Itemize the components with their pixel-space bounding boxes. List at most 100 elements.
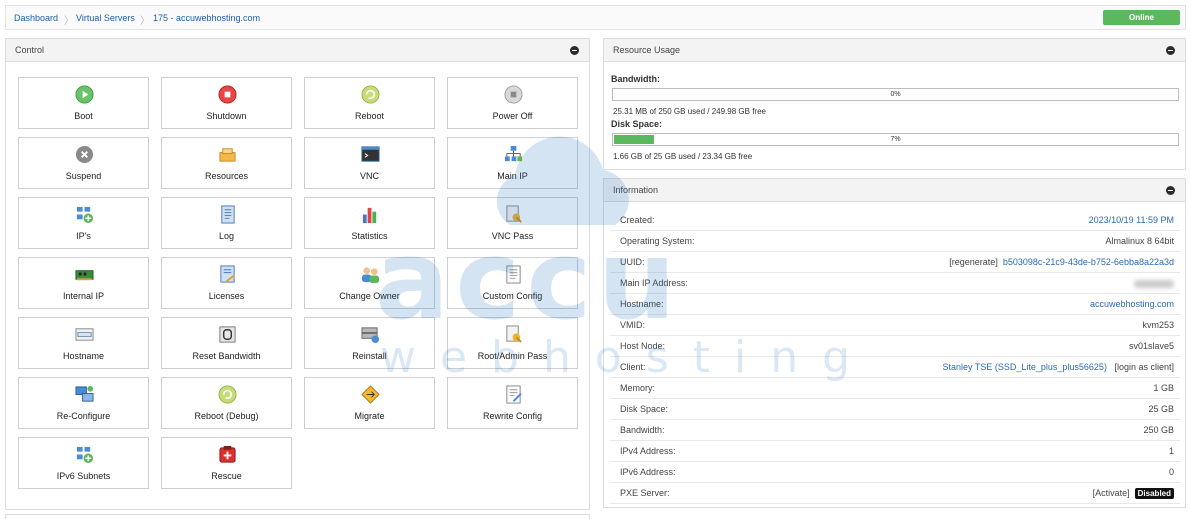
control-tile-label: Rescue bbox=[211, 471, 242, 481]
info-label: VMID: bbox=[620, 320, 646, 330]
info-label: Operating System: bbox=[620, 236, 695, 246]
info-row: Created: 2023/10/19 11:59 PM bbox=[610, 210, 1180, 231]
breadcrumb-separator: 〉 bbox=[140, 16, 150, 27]
control-tile-label: Root/Admin Pass bbox=[477, 351, 548, 361]
server-reinstall-icon bbox=[361, 327, 380, 344]
info-row: Bandwidth: 250 GB bbox=[610, 420, 1180, 441]
info-value[interactable]: 2023/10/19 11:59 PM bbox=[1089, 215, 1174, 225]
control-migrate-button[interactable]: Migrate bbox=[304, 377, 435, 429]
control-ip-s-button[interactable]: IP's bbox=[18, 197, 149, 249]
control-tile-label: VNC bbox=[359, 171, 379, 181]
info-label: Disk Space: bbox=[620, 404, 669, 414]
info-label: Hostname: bbox=[620, 299, 664, 309]
control-log-button[interactable]: Log bbox=[161, 197, 292, 249]
control-statistics-button[interactable]: Statistics bbox=[304, 197, 435, 249]
network-icon bbox=[504, 145, 523, 162]
disk-progress-bar: 7% bbox=[612, 133, 1179, 146]
control-tile-label: Resources bbox=[204, 171, 249, 181]
collapse-icon[interactable] bbox=[570, 46, 579, 55]
control-power-off-button[interactable]: Power Off bbox=[447, 77, 578, 129]
info-row: IPv6 Address: 0 bbox=[610, 462, 1180, 483]
control-tile-label: Licenses bbox=[208, 291, 245, 301]
regenerate-link[interactable]: [regenerate] bbox=[949, 257, 998, 267]
information-title: Information bbox=[613, 185, 659, 195]
collapse-icon[interactable] bbox=[1166, 46, 1175, 55]
status-badge: Disabled bbox=[1134, 488, 1174, 499]
control-rescue-button[interactable]: Rescue bbox=[161, 437, 292, 489]
users-icon bbox=[361, 267, 380, 284]
control-vnc-pass-button[interactable]: VNC Pass bbox=[447, 197, 578, 249]
control-internal-ip-button[interactable]: Internal IP bbox=[18, 257, 149, 309]
breadcrumb-virtual-servers[interactable]: Virtual Servers bbox=[76, 13, 135, 23]
activate-link[interactable]: [Activate] bbox=[1093, 488, 1130, 498]
control-tile-label: Migrate bbox=[354, 411, 385, 421]
control-tile-label: Hostname bbox=[62, 351, 105, 361]
control-panel-header: Control bbox=[6, 39, 589, 62]
reconfigure-icon bbox=[75, 385, 94, 402]
login-as-client-link[interactable]: [login as client] bbox=[1114, 362, 1174, 372]
info-label: Memory: bbox=[620, 383, 656, 393]
info-value: b503098c-21c9-43de-b752-6ebba8a22a3d bbox=[1002, 257, 1174, 267]
info-value: Almalinux 8 64bit bbox=[1105, 236, 1174, 246]
control-licenses-button[interactable]: Licenses bbox=[161, 257, 292, 309]
control-reboot-button[interactable]: Reboot bbox=[304, 77, 435, 129]
info-row: VMID: kvm253 bbox=[610, 315, 1180, 336]
info-label: UUID: bbox=[620, 257, 645, 267]
control-tile-label: Main IP bbox=[497, 171, 528, 181]
resource-usage-title: Resource Usage bbox=[613, 45, 681, 55]
info-label: Bandwidth: bbox=[620, 425, 665, 435]
disk-percent: 7% bbox=[890, 136, 901, 143]
resource-usage-panel: Resource Usage Bandwidth: 0% 25.31 MB of… bbox=[603, 38, 1186, 170]
info-label: IPv4 Address: bbox=[620, 446, 676, 456]
info-row: Hostname: accuwebhosting.com bbox=[610, 294, 1180, 315]
control-tile-label: Rewrite Config bbox=[482, 411, 543, 421]
info-value: sv01slave5 bbox=[1128, 341, 1174, 351]
info-value: 25 GB bbox=[1148, 404, 1174, 414]
control-boot-button[interactable]: Boot bbox=[18, 77, 149, 129]
control-root-admin-pass-button[interactable]: Root/Admin Pass bbox=[447, 317, 578, 369]
breadcrumb-dashboard[interactable]: Dashboard bbox=[14, 13, 58, 23]
collapse-icon[interactable] bbox=[1166, 186, 1175, 195]
info-row: UUID: [regenerate] b503098c-21c9-43de-b75… bbox=[610, 252, 1180, 273]
control-vnc-button[interactable]: VNC bbox=[304, 137, 435, 189]
control-reset-bandwidth-button[interactable]: Reset Bandwidth bbox=[161, 317, 292, 369]
redacted-ip bbox=[1134, 279, 1174, 288]
breadcrumb-bar: Dashboard 〉 Virtual Servers 〉 175 - accu… bbox=[5, 5, 1186, 30]
control-tile-label: Reinstall bbox=[352, 351, 387, 361]
control-tile-label: Statistics bbox=[351, 231, 388, 241]
stop-icon bbox=[218, 85, 237, 104]
information-header: Information bbox=[604, 179, 1185, 202]
control-main-ip-button[interactable]: Main IP bbox=[447, 137, 578, 189]
control-change-owner-button[interactable]: Change Owner bbox=[304, 257, 435, 309]
info-row: Main IP Address: bbox=[610, 273, 1180, 294]
control-shutdown-button[interactable]: Shutdown bbox=[161, 77, 292, 129]
control-resources-button[interactable]: Resources bbox=[161, 137, 292, 189]
control-hostname-button[interactable]: Hostname bbox=[18, 317, 149, 369]
control-tile-label: Reset Bandwidth bbox=[192, 351, 261, 361]
control-rewrite-config-button[interactable]: Rewrite Config bbox=[447, 377, 578, 429]
info-value[interactable]: accuwebhosting.com bbox=[1090, 299, 1174, 309]
control-suspend-button[interactable]: Suspend bbox=[18, 137, 149, 189]
info-row: Client: Stanley TSE (SSD_Lite_plus_plus56… bbox=[610, 357, 1180, 378]
control-custom-config-button[interactable]: Custom Config bbox=[447, 257, 578, 309]
client-link[interactable]: Stanley TSE (SSD_Lite_plus_plus56625) bbox=[943, 362, 1107, 372]
next-panel-edge bbox=[5, 514, 590, 519]
control-reinstall-button[interactable]: Reinstall bbox=[304, 317, 435, 369]
config-document-icon bbox=[506, 265, 521, 284]
control-panel-title: Control bbox=[15, 45, 45, 55]
bandwidth-detail: 25.31 MB of 250 GB used / 249.98 GB free bbox=[613, 107, 766, 116]
info-label: Main IP Address: bbox=[620, 278, 688, 288]
migrate-sign-icon bbox=[361, 385, 380, 404]
info-row: Memory: 1 GB bbox=[610, 378, 1180, 399]
breadcrumb-current-server[interactable]: 175 - accuwebhosting.com bbox=[153, 13, 260, 23]
key-document-icon bbox=[506, 205, 522, 223]
control-re-configure-button[interactable]: Re-Configure bbox=[18, 377, 149, 429]
root-key-icon bbox=[506, 325, 522, 343]
bar-chart-icon bbox=[362, 207, 377, 224]
control-tile-label: Change Owner bbox=[339, 291, 400, 301]
control-ipv6-subnets-button[interactable]: IPv6 Subnets bbox=[18, 437, 149, 489]
reboot-icon bbox=[361, 85, 380, 104]
play-icon bbox=[75, 85, 94, 104]
info-row: IPv4 Address: 1 bbox=[610, 441, 1180, 462]
control-reboot-debug-button[interactable]: Reboot (Debug) bbox=[161, 377, 292, 429]
